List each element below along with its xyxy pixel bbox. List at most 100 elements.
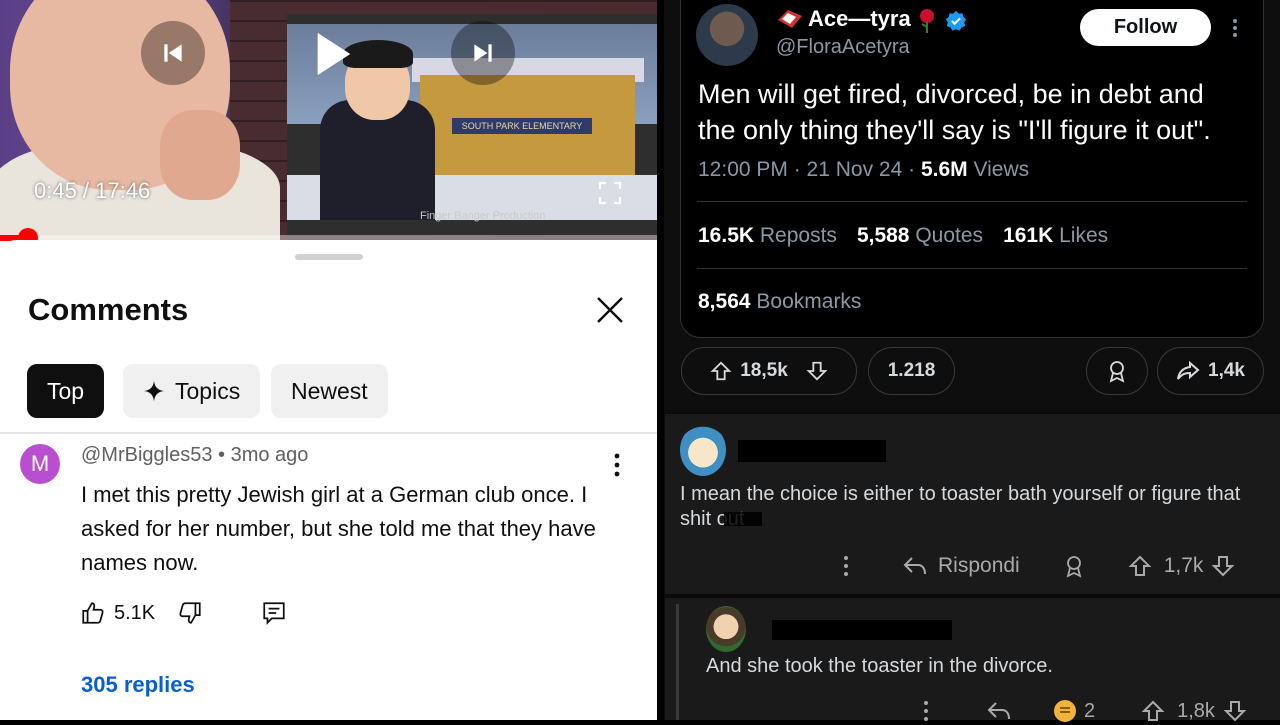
views-count: 5.6M <box>920 158 968 181</box>
comments-title: Comments <box>28 292 189 327</box>
dislike-button[interactable] <box>177 600 203 626</box>
tweet-timestamp: 12:00 PM · 21 Nov 24 · 5.6M Views <box>698 158 1029 182</box>
like-button[interactable]: 5.1K <box>80 600 155 626</box>
play-button[interactable] <box>305 26 361 82</box>
more-vertical-icon[interactable] <box>840 553 852 579</box>
reply-button[interactable]: Rispondi <box>902 554 1020 578</box>
tweet-more-button[interactable] <box>1228 14 1242 42</box>
reply-button[interactable] <box>261 600 287 626</box>
previous-button[interactable] <box>141 21 205 85</box>
thumbs-up-icon <box>82 602 104 624</box>
upvote-icon[interactable] <box>1128 554 1152 578</box>
sheet-drag-handle[interactable] <box>295 254 363 260</box>
likes-count: 161K <box>1003 224 1054 247</box>
likes-stat[interactable]: 161K Likes <box>1003 224 1108 248</box>
bookmarks-count: 8,564 <box>698 290 751 313</box>
reposts-stat[interactable]: 16.5K Reposts <box>698 224 837 248</box>
share-count: 1,4k <box>1208 360 1245 381</box>
quotes-count: 5,588 <box>856 224 910 247</box>
chip-newest-label: Newest <box>291 377 368 404</box>
video-time: 0:45 / 17:46 <box>34 178 151 203</box>
comment-meta: @MrBiggles53 • 3mo ago <box>81 444 309 466</box>
close-comments-button[interactable] <box>592 292 628 328</box>
reply-arrow-icon[interactable] <box>986 700 1012 722</box>
tweet-author-name[interactable]: Ace—tyra <box>808 6 911 32</box>
comments-count-button[interactable]: 1.218 <box>868 347 955 395</box>
reply-arrow-icon <box>903 557 926 575</box>
avatar[interactable] <box>680 424 726 476</box>
comment-body: I met this pretty Jewish girl at a Germa… <box>81 482 596 575</box>
comment-body: I mean the choice is either to toaster b… <box>680 483 1241 530</box>
downvote-icon[interactable] <box>1211 554 1235 578</box>
skip-previous-icon <box>164 44 182 62</box>
more-vertical-icon[interactable] <box>920 699 932 723</box>
sticker-icon <box>778 10 802 28</box>
reposts-count: 16.5K <box>698 224 755 247</box>
award-emoji-icon[interactable] <box>1052 698 1078 724</box>
follow-button[interactable]: Follow <box>1080 9 1211 46</box>
reposts-label: Reposts <box>759 224 837 247</box>
skip-next-icon <box>474 44 492 62</box>
tweet-avatar[interactable] <box>696 4 758 66</box>
award-icon[interactable] <box>1062 554 1086 578</box>
tweet-author-handle[interactable]: @FloraAcetyra <box>776 36 910 59</box>
redaction-bar <box>724 512 762 526</box>
award-count: 2 <box>1084 699 1096 722</box>
comment-menu-button[interactable] <box>607 450 627 480</box>
chip-top[interactable]: Top <box>27 364 105 418</box>
tweet-time: 12:00 PM · 21 Nov 24 · <box>698 158 921 181</box>
comment-reply-icon <box>263 602 285 625</box>
more-vertical-icon <box>1233 19 1237 37</box>
bookmarks-label: Bookmarks <box>756 290 862 313</box>
downvote-icon[interactable] <box>806 360 828 382</box>
comments-count: 1.218 <box>887 360 936 381</box>
avatar[interactable] <box>706 606 746 652</box>
comment-actions: Rispondi 1,7k <box>840 550 1235 582</box>
redaction-bar <box>738 440 886 462</box>
close-icon <box>597 297 623 323</box>
fullscreen-icon <box>598 181 622 205</box>
video-person-hand <box>160 110 240 200</box>
like-count: 5.1K <box>114 601 156 624</box>
more-vertical-icon <box>614 453 620 477</box>
upvote-icon[interactable] <box>1141 699 1165 723</box>
award-icon <box>1109 361 1125 383</box>
tweet-stats: 16.5K Reposts 5,588 Quotes 161K Likes <box>698 224 1108 248</box>
award-button[interactable] <box>1086 347 1148 395</box>
chip-topics[interactable]: Topics <box>123 364 261 418</box>
embedded-school-sign: SOUTH PARK ELEMENTARY <box>452 118 592 134</box>
tweet-divider <box>697 201 1247 202</box>
vote-count: 1,8k <box>1177 699 1215 722</box>
author-name-text: Ace—tyra <box>808 6 911 31</box>
upvote-count: 18,5k <box>740 360 788 381</box>
redacted-username <box>762 620 952 640</box>
chip-newest[interactable]: Newest <box>271 364 388 418</box>
avatar[interactable]: M <box>20 444 60 484</box>
redacted-username <box>738 440 886 462</box>
play-icon <box>317 32 351 76</box>
verified-badge-icon <box>945 10 967 31</box>
share-button[interactable]: 1,4k <box>1157 347 1264 395</box>
upvote-icon[interactable] <box>710 360 732 382</box>
reply-label: Rispondi <box>938 554 1020 577</box>
chip-topics-label: Topics <box>175 377 241 404</box>
divider <box>0 432 657 434</box>
fullscreen-button[interactable] <box>598 181 622 205</box>
quotes-label: Quotes <box>915 224 984 247</box>
downvote-icon[interactable] <box>1223 699 1247 723</box>
embedded-caption: Finger Banger Production <box>420 210 546 222</box>
comment-actions: 2 1,8k <box>920 697 1247 725</box>
tweet-text: Men will get fired, divorced, be in debt… <box>698 79 1211 145</box>
likes-label: Likes <box>1059 224 1109 247</box>
share-arrow-icon <box>1177 360 1200 380</box>
vote-pill: 18,5k <box>681 347 857 395</box>
rose-icon <box>920 9 934 33</box>
tweet-divider <box>697 268 1247 269</box>
chip-top-label: Top <box>47 377 85 404</box>
bookmarks-stat[interactable]: 8,564 Bookmarks <box>698 290 861 314</box>
comment-body: And she took the toaster in the divorce. <box>706 655 1053 677</box>
next-button[interactable] <box>451 21 515 85</box>
view-replies-link[interactable]: 305 replies <box>81 672 195 698</box>
quotes-stat[interactable]: 5,588 Quotes <box>857 224 983 248</box>
redaction-bar <box>772 620 952 640</box>
